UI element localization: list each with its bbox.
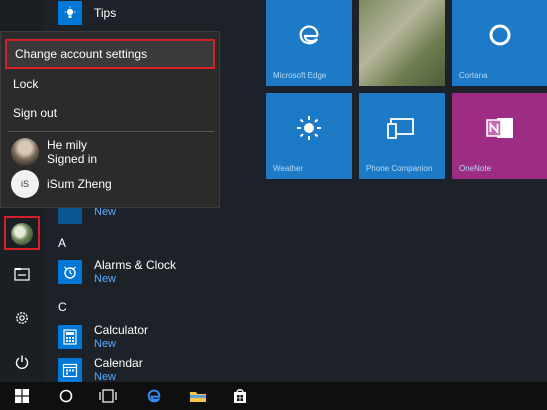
edge-taskbar-button[interactable] [132,382,176,410]
tips-tile [58,1,82,25]
tile-photos[interactable] [359,0,445,86]
user-name: He mily [47,138,88,152]
account-flyout-menu: Change account settings Lock Sign out He… [0,31,220,208]
lightbulb-icon [64,6,76,18]
new-badge: New [94,273,117,285]
tile-grid: Microsoft Edge Cortana Weather Phone Com… [266,0,547,382]
phone-companion-icon [387,118,414,139]
folder-icon [190,392,206,402]
task-view-icon [99,389,117,403]
gear-icon [16,312,28,324]
change-account-settings-item[interactable]: Change account settings [5,39,215,69]
section-header-c[interactable]: C [58,300,67,314]
app-name: Calculator [94,323,149,337]
search-circle-icon [59,389,73,403]
app-name: Alarms & Clock [94,258,177,272]
tile-label: Phone Companion [366,164,433,173]
user-name: iSum Zheng [47,177,112,191]
start-button[interactable] [0,382,44,410]
app-name: Calendar [94,356,143,370]
avatar: iS [11,170,39,198]
list-item-alarms[interactable]: Alarms & Clock New [58,255,176,289]
sign-out-item[interactable]: Sign out [5,99,215,127]
taskbar [0,382,547,410]
app-name: Tips [94,6,117,20]
list-item-calculator[interactable]: Calculator New [58,320,148,354]
edge-icon [299,25,319,45]
tile-label: Weather [273,164,304,173]
menu-divider [8,131,214,132]
calculator-tile [58,325,82,349]
onenote-icon [485,118,513,138]
file-explorer-button[interactable] [0,254,44,294]
tile-label: Cortana [459,71,488,80]
task-view-button[interactable] [86,382,130,410]
tile-weather[interactable]: Weather [266,93,352,179]
store-taskbar-button[interactable] [218,382,262,410]
search-button[interactable] [44,382,88,410]
calculator-icon [63,329,77,345]
settings-button[interactable] [0,298,44,338]
user-account-he-mily[interactable]: He mily Signed in [11,138,97,166]
cortana-icon [489,24,510,46]
tile-microsoft-edge[interactable]: Microsoft Edge [266,0,352,86]
file-explorer-icon [14,268,30,281]
edge-icon [147,389,161,403]
store-bag-icon [234,389,246,403]
tile-label: OneNote [459,164,492,173]
highlight-outline [4,216,40,250]
account-avatar-button[interactable] [0,214,44,254]
list-item-tips[interactable]: Tips [58,0,116,30]
calendar-tile [58,358,82,382]
sun-icon [297,116,321,140]
new-badge: New [94,338,117,350]
power-button[interactable] [0,342,44,382]
avatar [11,138,39,166]
windows-logo-icon [15,389,29,403]
tile-phone-companion[interactable]: Phone Companion [359,93,445,179]
tile-label: Microsoft Edge [273,71,327,80]
file-explorer-taskbar-button[interactable] [176,382,220,410]
section-header-a[interactable]: A [58,236,66,250]
user-account-isum-zheng[interactable]: iS iSum Zheng [11,170,112,198]
tile-onenote[interactable]: OneNote [452,93,547,179]
tile-cortana[interactable]: Cortana [452,0,547,86]
alarms-tile [58,260,82,284]
power-icon [15,355,29,369]
calendar-icon [62,363,78,378]
user-status: Signed in [47,152,98,166]
alarm-clock-icon [64,266,76,279]
lock-item[interactable]: Lock [5,70,215,98]
